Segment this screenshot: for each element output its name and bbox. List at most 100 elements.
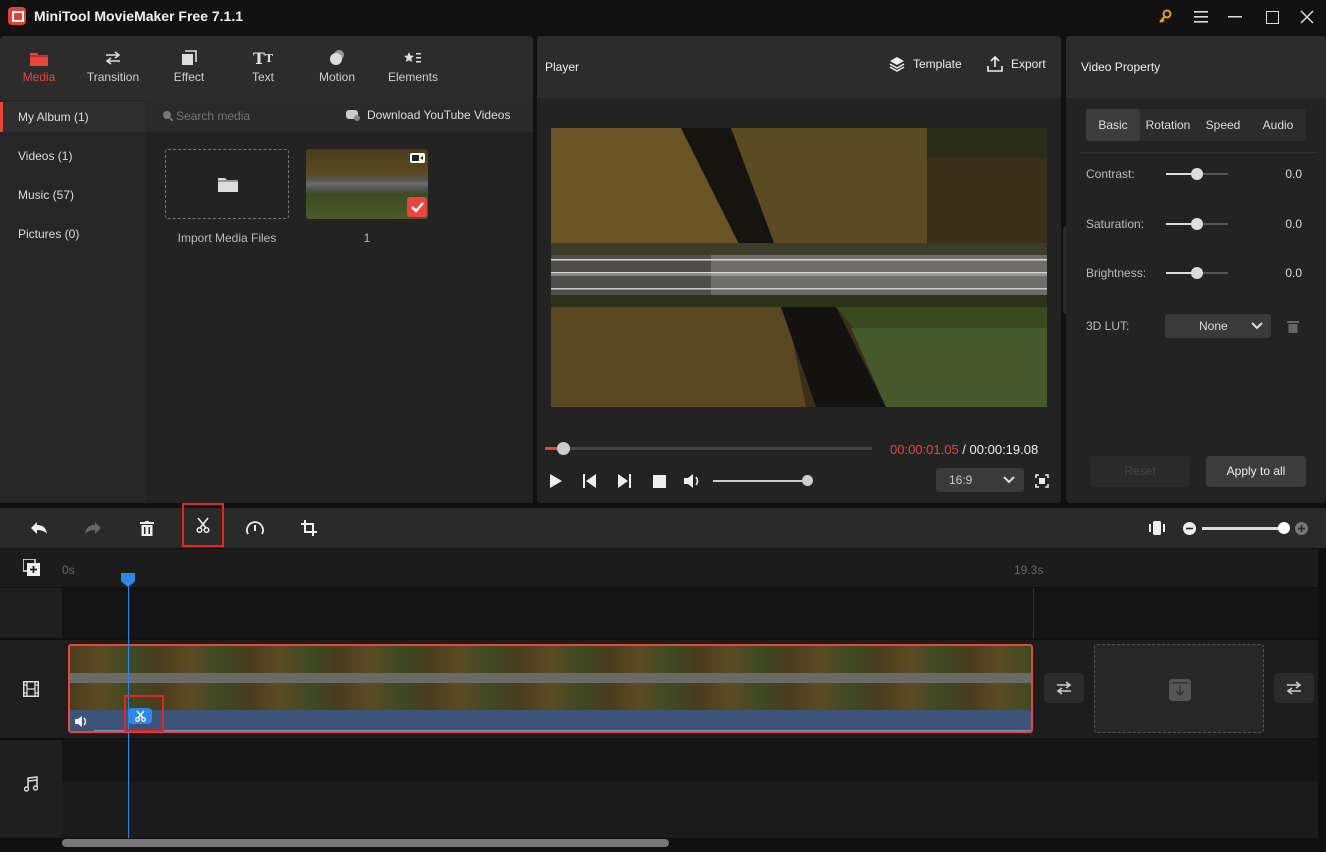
import-media-label: Import Media Files (177, 231, 277, 245)
brightness-slider[interactable] (1166, 267, 1228, 279)
trash-icon[interactable] (1287, 320, 1299, 333)
tab-text[interactable]: TT Text (228, 46, 298, 96)
tab-speed[interactable]: Speed (1196, 109, 1250, 141)
stop-button[interactable] (653, 475, 666, 488)
import-media-button[interactable] (165, 149, 289, 219)
fullscreen-button[interactable] (1035, 474, 1049, 488)
chevron-down-icon (1251, 322, 1263, 330)
album-list: My Album (1) Videos (1) Music (57) Pictu… (0, 100, 146, 503)
saturation-label: Saturation: (1086, 217, 1145, 231)
saturation-slider[interactable] (1166, 218, 1228, 230)
overlay-track-header (0, 588, 62, 638)
speed-button[interactable] (235, 508, 275, 548)
minimize-button[interactable] (1218, 0, 1252, 34)
reset-button[interactable]: Reset (1090, 456, 1190, 487)
export-label: Export (1011, 57, 1046, 71)
timeline-ruler[interactable]: 0s 19.3s (0, 549, 1318, 587)
album-my-album[interactable]: My Album (1) (0, 102, 146, 132)
volume-handle[interactable] (801, 475, 813, 486)
tab-audio[interactable]: Audio (1250, 109, 1306, 141)
lut-value: None (1199, 319, 1228, 333)
template-button[interactable]: Template (889, 56, 962, 72)
volume-slider[interactable] (713, 475, 813, 486)
search-input[interactable] (176, 106, 326, 126)
undo-button[interactable] (19, 508, 59, 548)
audio-track-header (0, 740, 62, 838)
film-icon (23, 681, 39, 697)
slider-handle[interactable] (1191, 267, 1203, 279)
tab-rotation[interactable]: Rotation (1140, 109, 1196, 141)
progress-track[interactable] (545, 442, 872, 455)
app-title: MiniTool MovieMaker Free 7.1.1 (34, 8, 244, 24)
previous-frame-button[interactable] (583, 474, 597, 488)
media-thumbnail[interactable] (306, 149, 428, 219)
download-youtube-link[interactable]: Download YouTube Videos (367, 108, 510, 122)
video-preview[interactable] (551, 128, 1047, 407)
slider-handle[interactable] (1191, 218, 1203, 230)
redo-button[interactable] (73, 508, 113, 548)
search-icon (162, 110, 173, 121)
video-camera-icon (410, 153, 425, 163)
aspect-ratio-select[interactable]: 16:9 (936, 468, 1024, 492)
tab-elements[interactable]: Elements (378, 46, 448, 96)
app-logo-icon (8, 7, 26, 25)
split-button[interactable] (182, 503, 224, 547)
transition-icon (1056, 681, 1072, 695)
delete-button[interactable] (127, 508, 167, 548)
transition-slot-button[interactable] (1044, 673, 1084, 703)
timeline-toolbar (0, 503, 1326, 548)
play-button[interactable] (549, 473, 563, 489)
export-button[interactable]: Export (987, 56, 1046, 72)
album-videos[interactable]: Videos (1) (0, 141, 146, 171)
progress-handle[interactable] (556, 442, 570, 455)
volume-icon[interactable] (684, 473, 702, 489)
time-display: 00:00:01.05 / 00:00:19.08 (890, 442, 1038, 457)
elements-icon (378, 46, 448, 70)
album-pictures[interactable]: Pictures (0) (0, 219, 146, 249)
add-track-icon[interactable] (23, 559, 40, 576)
tab-label: Transition (86, 70, 140, 84)
ruler-start: 0s (62, 563, 75, 577)
split-marker-highlight (124, 695, 164, 732)
zoom-in-button[interactable] (1295, 522, 1308, 535)
volume-fill (713, 480, 807, 482)
clip-volume-icon[interactable] (75, 715, 90, 728)
crop-button[interactable] (289, 508, 329, 548)
video-clip[interactable] (68, 644, 1033, 733)
tab-label: Effect (173, 70, 205, 84)
next-frame-button[interactable] (617, 474, 631, 488)
drop-media-zone[interactable] (1094, 644, 1264, 733)
slider-handle[interactable] (1191, 168, 1203, 180)
property-tabs: Basic Rotation Speed Audio (1086, 109, 1306, 141)
time-separator: / (958, 442, 970, 457)
chevron-down-icon (1003, 476, 1015, 484)
zoom-out-button[interactable] (1183, 522, 1196, 535)
overlay-track[interactable] (62, 588, 1318, 638)
album-music[interactable]: Music (57) (0, 180, 146, 210)
maximize-button[interactable] (1255, 0, 1289, 34)
transition-slot-button-2[interactable] (1274, 673, 1314, 703)
lut-select[interactable]: None (1165, 314, 1271, 338)
track-end-marker (1033, 588, 1034, 638)
apply-to-all-button[interactable]: Apply to all (1206, 456, 1306, 487)
property-title: Video Property (1081, 60, 1161, 74)
tab-transition[interactable]: Transition (78, 46, 148, 96)
saturation-value: 0.0 (1285, 217, 1302, 231)
tab-media[interactable]: Media (4, 46, 74, 96)
tab-effect[interactable]: Effect (154, 46, 224, 96)
close-button[interactable] (1290, 0, 1324, 34)
timeline-scrollbar[interactable] (62, 839, 669, 847)
contrast-slider[interactable] (1166, 168, 1228, 180)
key-icon[interactable] (1148, 0, 1182, 34)
menu-icon[interactable] (1184, 0, 1218, 34)
tab-basic[interactable]: Basic (1086, 109, 1140, 141)
fit-timeline-icon[interactable] (1137, 508, 1177, 548)
zoom-handle[interactable] (1278, 522, 1290, 534)
transition-icon (1286, 681, 1302, 695)
clip-audio-bar (70, 710, 1031, 731)
tab-label: Motion (318, 70, 356, 84)
tab-motion[interactable]: Motion (302, 46, 372, 96)
checkmark-icon[interactable] (407, 197, 427, 217)
timeline-zoom-slider[interactable] (1202, 522, 1290, 534)
ruler-end: 19.3s (1014, 563, 1044, 577)
